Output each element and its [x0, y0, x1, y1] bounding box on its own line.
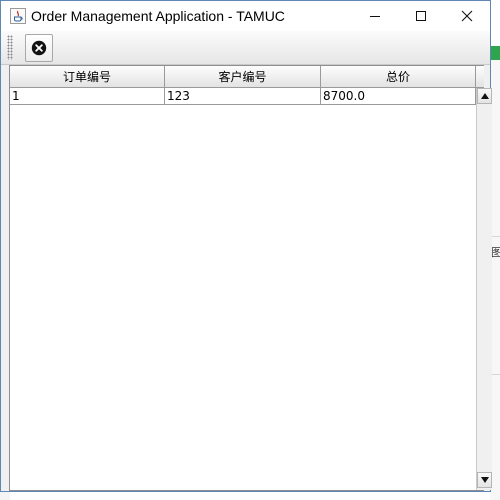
table-row[interactable]: 1 123 8700.0 — [10, 88, 476, 105]
toolbar-close-button[interactable] — [25, 34, 53, 62]
scroll-up-button[interactable] — [477, 88, 492, 104]
order-management-window: Order Management Application - TAMUC 订单编… — [0, 0, 492, 492]
minimize-icon — [370, 16, 380, 17]
window-title: Order Management Application - TAMUC — [31, 8, 285, 24]
background-text-fragment: 图 — [491, 246, 500, 259]
cell-order-id[interactable]: 1 — [10, 88, 165, 105]
maximize-icon — [416, 11, 426, 21]
arrow-up-icon — [480, 93, 489, 99]
scroll-down-button[interactable] — [477, 472, 492, 488]
toolbar-grip[interactable] — [7, 35, 13, 60]
close-window-button[interactable] — [444, 1, 490, 31]
table-scroll-pane: 订单编号 客户编号 总价 1 123 8700.0 — [9, 65, 492, 491]
column-header-customer-id[interactable]: 客户编号 — [165, 66, 321, 88]
close-icon — [461, 10, 473, 22]
cell-total-price[interactable]: 8700.0 — [321, 88, 476, 105]
toolbar — [1, 31, 490, 65]
vertical-scrollbar[interactable] — [476, 88, 492, 490]
column-header-total-price[interactable]: 总价 — [321, 66, 476, 88]
column-header-order-id[interactable]: 订单编号 — [10, 66, 165, 88]
minimize-button[interactable] — [352, 1, 398, 31]
cell-customer-id[interactable]: 123 — [165, 88, 321, 105]
java-app-icon — [10, 8, 26, 24]
maximize-button[interactable] — [398, 1, 444, 31]
arrow-down-icon — [480, 477, 489, 483]
table-header: 订单编号 客户编号 总价 — [10, 66, 476, 88]
table-header-corner — [476, 66, 484, 88]
close-circle-icon — [31, 40, 47, 56]
title-bar[interactable]: Order Management Application - TAMUC — [1, 1, 490, 31]
